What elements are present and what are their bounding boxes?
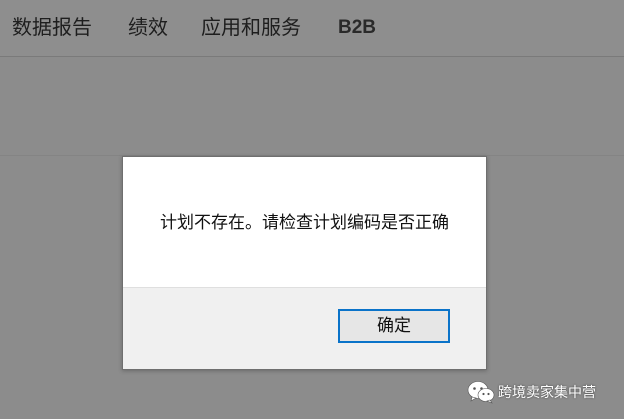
dialog-message: 计划不存在。请检查计划编码是否正确 (160, 213, 449, 233)
top-navigation: 数据报告 绩效 应用和服务 B2B (0, 0, 624, 57)
dialog-footer: 确定 (123, 287, 486, 369)
alert-dialog: 计划不存在。请检查计划编码是否正确 确定 (122, 156, 487, 370)
nav-item-performance[interactable]: 绩效 (128, 14, 168, 40)
nav-item-b2b[interactable]: B2B (338, 15, 376, 41)
watermark: 跨境卖家集中营 (466, 378, 596, 406)
nav-item-data-reports[interactable]: 数据报告 (12, 14, 92, 40)
watermark-text: 跨境卖家集中营 (498, 385, 596, 401)
nav-item-apps-services[interactable]: 应用和服务 (201, 14, 301, 40)
wechat-icon (467, 381, 495, 404)
dialog-body: 计划不存在。请检查计划编码是否正确 (123, 157, 486, 287)
ok-button[interactable]: 确定 (338, 309, 450, 343)
page-header-band (0, 57, 624, 156)
